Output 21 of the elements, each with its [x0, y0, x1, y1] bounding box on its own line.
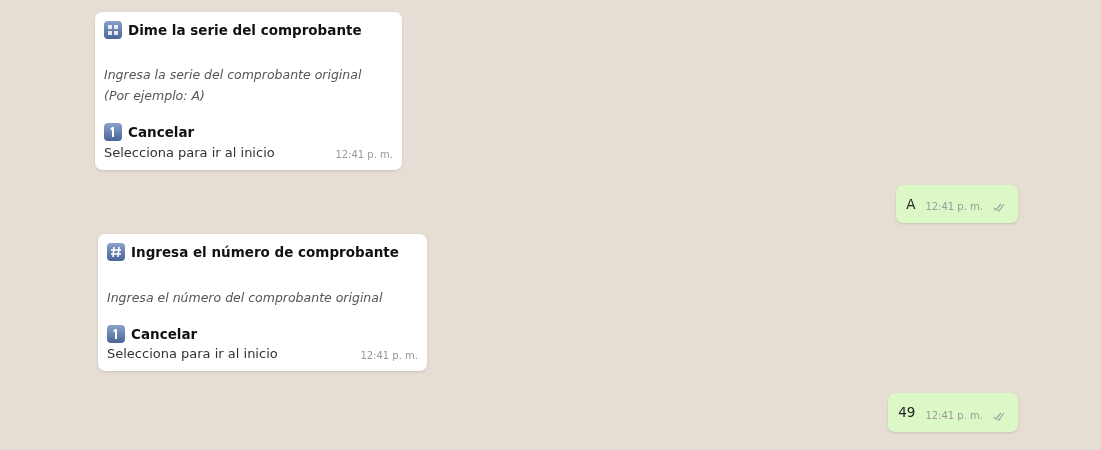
message-text: A	[906, 195, 916, 214]
message-text: Ingresa el número del comprobante original	[107, 288, 384, 307]
message-title: Dime la serie del comprobante	[128, 21, 362, 40]
number-one-icon	[104, 123, 122, 142]
message-text: Ingresa la serie del comprobante original	[104, 66, 363, 85]
letter-grid-icon	[104, 21, 122, 40]
double-check-icon	[993, 203, 1006, 213]
option-label[interactable]: Cancelar	[128, 122, 195, 143]
message-time: 12:41 p. m.	[925, 408, 983, 423]
number-one-icon	[107, 324, 125, 343]
option-hint: Selecciona para ir al inicio	[104, 143, 275, 162]
option-label[interactable]: Cancelar	[131, 323, 198, 344]
option-hint: Selecciona para ir al inicio	[107, 344, 278, 363]
message-time: 12:41 p. m.	[360, 349, 418, 364]
message-time: 12:41 p. m.	[925, 200, 983, 215]
message-text: 49	[898, 403, 916, 423]
message-time: 12:41 p. m.	[335, 148, 393, 162]
hash-icon	[107, 243, 125, 262]
message-title: Ingresa el número de comprobante	[131, 243, 399, 263]
double-check-icon	[993, 411, 1006, 421]
message-text: (Por ejemplo: A)	[104, 87, 206, 106]
